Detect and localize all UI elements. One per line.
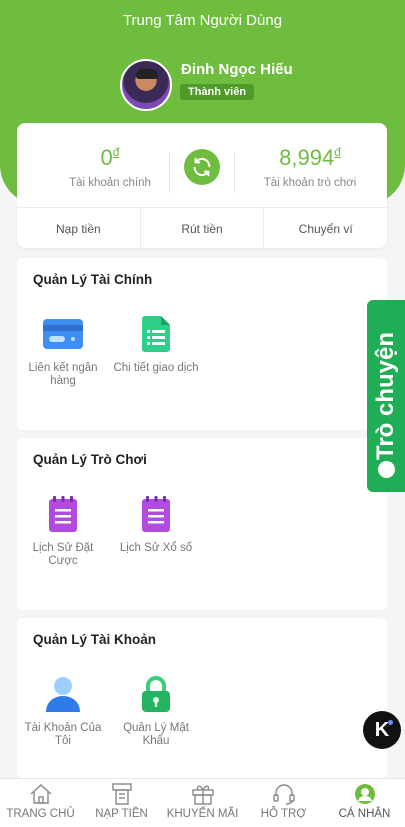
profile-icon [354, 783, 376, 805]
user-name: Đinh Ngọc Hiếu [181, 61, 293, 78]
section-title: Quản Lý Tài Khoản [33, 632, 157, 647]
game-balance-label: Tài khoản trò chơi [263, 177, 357, 189]
transfer-wallet-button[interactable]: Chuyển ví [264, 208, 387, 249]
lock-icon [135, 676, 177, 712]
nav-profile[interactable]: CÁ NHÂN [324, 779, 405, 827]
nav-profile-label: CÁ NHÂN [338, 808, 391, 820]
refresh-icon [193, 157, 211, 177]
bottom-nav: TRANG CHỦ NẠP TIỀN KHUYẾN MÃI HỖ TRỢ CÁ … [0, 778, 405, 827]
avatar[interactable] [120, 59, 172, 111]
chat-tab-label: Trò chuyện [372, 331, 399, 461]
transaction-details-label: Chi tiết giao dịch [113, 362, 199, 374]
main-balance-label: Tài khoản chính [69, 177, 151, 189]
wallet-actions: Nạp tiền Rút tiền Chuyển ví [17, 207, 387, 249]
wallet-icon [111, 783, 133, 805]
document-icon [135, 316, 177, 352]
lottery-history-item[interactable]: Lịch Sử Xổ số [110, 496, 202, 555]
deposit-button[interactable]: Nạp tiền [17, 208, 141, 249]
floating-k-button[interactable]: K [363, 711, 401, 749]
account-section: Quản Lý Tài Khoản Tài Khoản Của Tôi Quản… [17, 618, 387, 778]
notepad-icon [42, 496, 84, 532]
bank-link-label: Liên kết ngân hàng [28, 362, 98, 387]
notepad-icon [135, 496, 177, 532]
nav-support-label: HỖ TRỢ [260, 808, 307, 820]
member-badge: Thành viên [180, 84, 255, 100]
user-icon [42, 676, 84, 712]
bet-history-label: Lịch Sử Đặt Cược [32, 542, 94, 567]
bet-history-item[interactable]: Lịch Sử Đặt Cược [17, 496, 109, 568]
game-balance: 8,994đ Tài khoản trò chơi [235, 145, 385, 189]
nav-home-label: TRANG CHỦ [6, 808, 75, 820]
password-management-item[interactable]: Quản Lý Mật Khẩu [110, 676, 202, 748]
nav-deposit-label: NẠP TIỀN [95, 808, 148, 820]
game-balance-amount: 8,994 [279, 145, 335, 170]
finance-section: Quản Lý Tài Chính Liên kết ngân hàng Chi… [17, 258, 387, 430]
home-icon [30, 783, 52, 805]
my-account-item[interactable]: Tài Khoản Của Tôi [17, 676, 109, 748]
headset-icon [272, 783, 295, 805]
my-account-label: Tài Khoản Của Tôi [24, 722, 102, 747]
nav-promotions-label: KHUYẾN MÃI [166, 808, 239, 820]
gift-icon [191, 783, 214, 805]
section-title: Quản Lý Trò Chơi [33, 452, 147, 467]
chat-tab[interactable]: Trò chuyện [367, 300, 405, 492]
main-balance: 0đ Tài khoản chính [35, 145, 185, 189]
section-title: Quản Lý Tài Chính [33, 272, 153, 287]
main-balance-currency: đ [112, 145, 120, 159]
refresh-button[interactable] [184, 149, 220, 185]
nav-support[interactable]: HỖ TRỢ [243, 779, 324, 827]
password-management-label: Quản Lý Mật Khẩu [123, 722, 189, 747]
nav-deposit[interactable]: NẠP TIỀN [81, 779, 162, 827]
divider [169, 153, 170, 193]
game-balance-currency: đ [334, 145, 341, 159]
bank-link-item[interactable]: Liên kết ngân hàng [17, 316, 109, 388]
game-section: Quản Lý Trò Chơi Lịch Sử Đặt Cược Lịch S… [17, 438, 387, 610]
chat-icon [378, 461, 395, 478]
main-balance-amount: 0 [100, 145, 113, 170]
lottery-history-label: Lịch Sử Xổ số [119, 542, 193, 554]
transaction-details-item[interactable]: Chi tiết giao dịch [110, 316, 202, 375]
nav-promotions[interactable]: KHUYẾN MÃI [162, 779, 243, 827]
bank-card-icon [42, 316, 84, 352]
page-title: Trung Tâm Người Dùng [122, 12, 283, 29]
nav-home[interactable]: TRANG CHỦ [0, 779, 81, 827]
withdraw-button[interactable]: Rút tiền [141, 208, 265, 249]
